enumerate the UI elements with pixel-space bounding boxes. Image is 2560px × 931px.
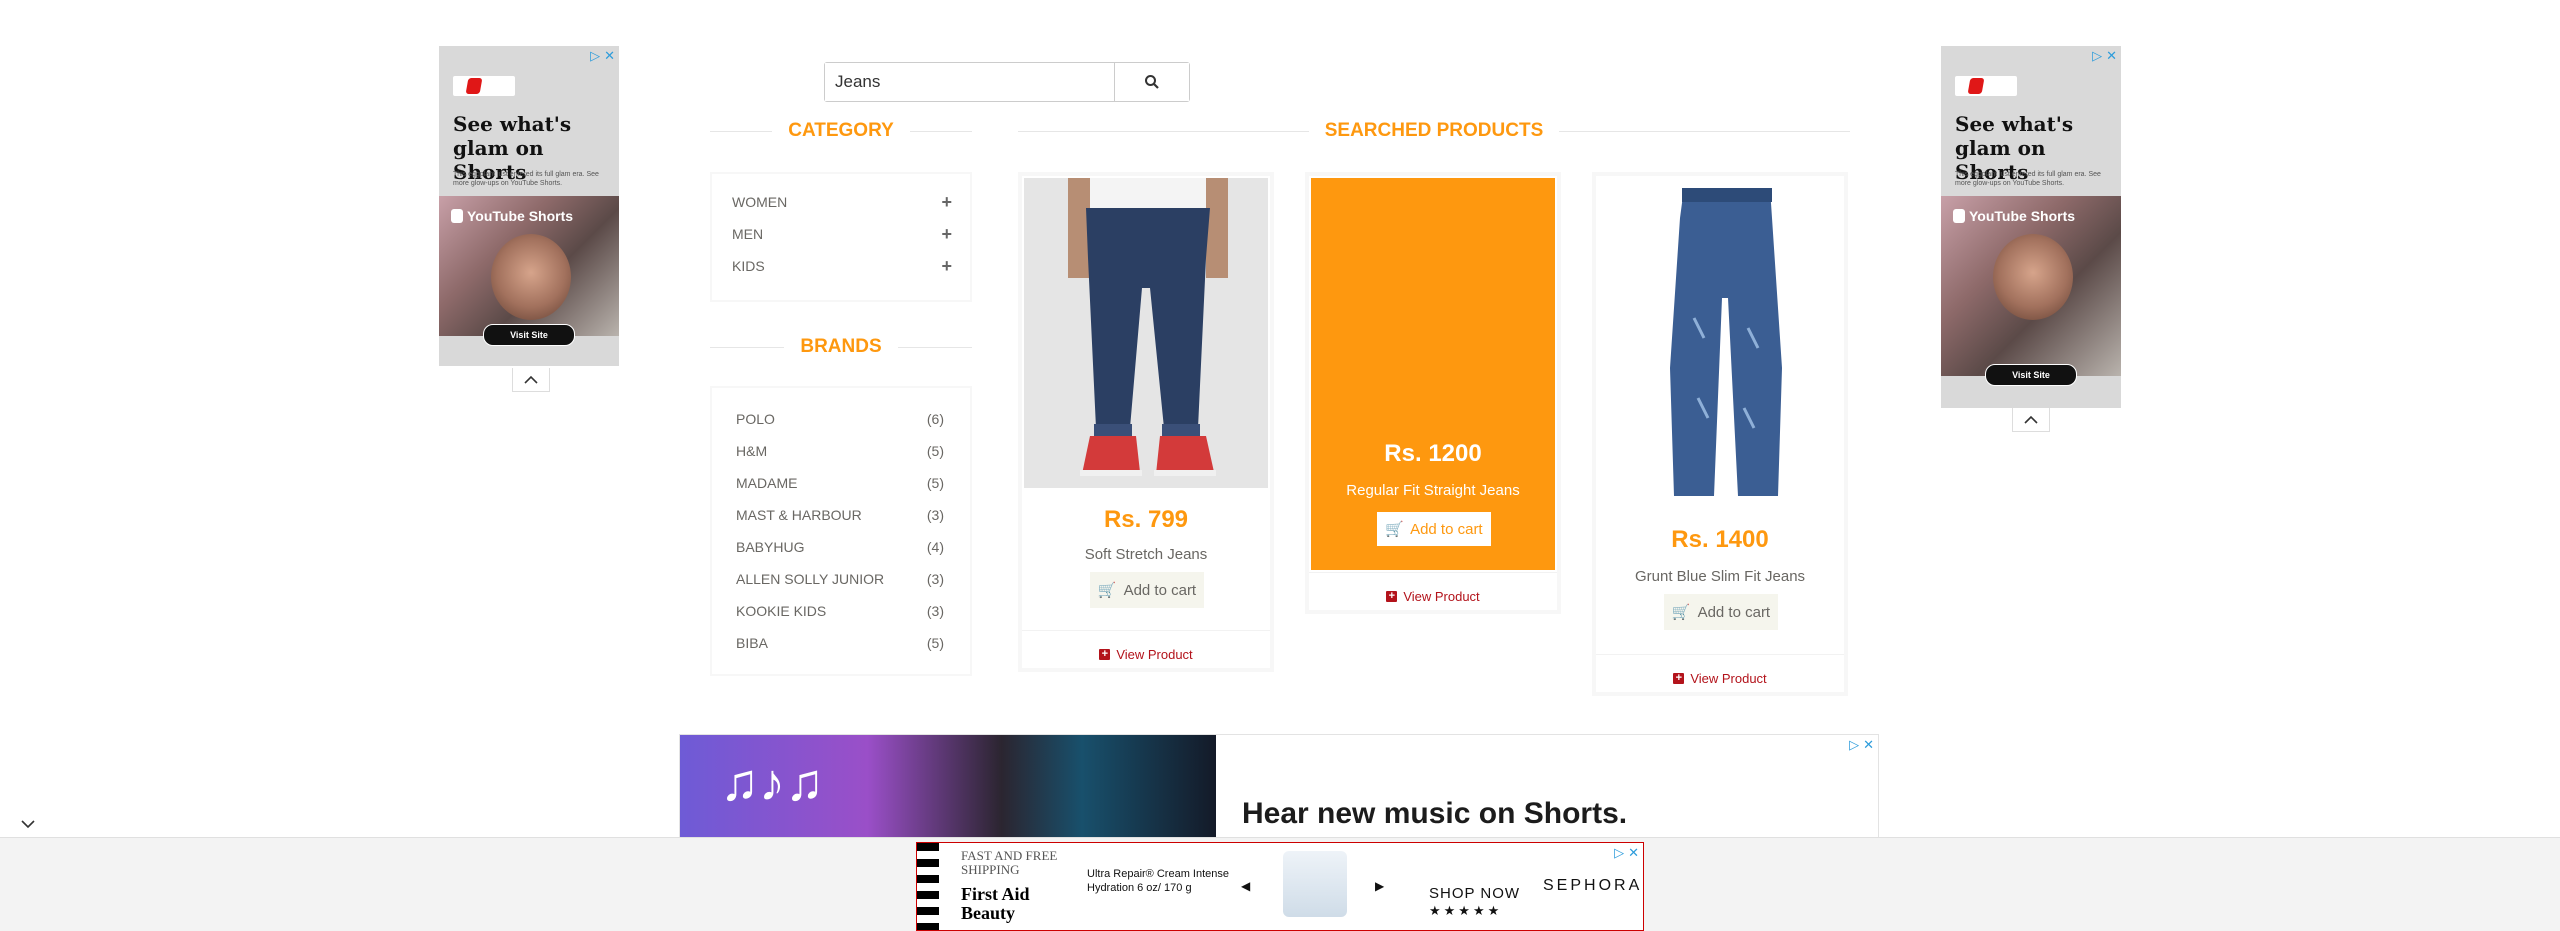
plus-icon[interactable]: + <box>941 256 952 277</box>
adchoices-icon[interactable]: ▷ ✕ <box>2092 48 2117 64</box>
product-overlay[interactable]: Rs. 1200 Regular Fit Straight Jeans 🛒 Add… <box>1311 178 1555 570</box>
sephora-logo: SEPHORA <box>1543 877 1643 894</box>
brand-item-biba[interactable]: BIBA (5) <box>712 627 970 659</box>
view-product-link[interactable]: + View Product <box>1596 654 1844 701</box>
product-price: Rs. 799 <box>1103 506 1189 533</box>
ad-description: This eggplant just entered its full glam… <box>453 171 599 187</box>
collapse-ad-button[interactable] <box>512 368 550 392</box>
cart-icon: 🛒 <box>1671 604 1691 621</box>
expand-toggle-button[interactable] <box>0 812 56 836</box>
carousel-next-icon[interactable]: ▶ <box>1375 879 1384 893</box>
product-image[interactable] <box>1024 178 1268 488</box>
search-icon <box>1145 75 1159 89</box>
plus-icon[interactable]: + <box>941 192 952 213</box>
search-input[interactable] <box>825 63 1115 101</box>
visit-site-button[interactable]: Visit Site <box>483 324 575 346</box>
collapse-ad-button[interactable] <box>2012 408 2050 432</box>
brands-panel: POLO (6) H&M (5) MADAME (5) MAST & HARBOUR(… <box>710 386 972 676</box>
ad-brand-name: First Aid Beauty <box>961 884 1030 923</box>
music-ad-banner[interactable]: ♫♪♫ Hear new music on Shorts. ▷ ✕ <box>679 734 1879 838</box>
side-ad-right[interactable]: ▷ ✕ See what's glam on Shorts This eggpla… <box>1941 46 2121 408</box>
brands-heading: BRANDS <box>710 332 972 362</box>
ad-image: ♫♪♫ <box>680 735 1216 837</box>
visit-site-button[interactable]: Visit Site <box>1985 364 2077 386</box>
category-heading: CATEGORY <box>710 116 972 146</box>
adchoices-icon[interactable]: ▷ ✕ <box>1614 845 1639 861</box>
ad-product-name: Ultra Repair® Cream Intense Hydration 6 … <box>1087 868 1229 894</box>
plus-square-icon: + <box>1673 672 1685 684</box>
product-card: Rs. 1200 Regular Fit Straight Jeans 🛒 Add… <box>1305 172 1561 614</box>
view-product-link[interactable]: + View Product <box>1022 630 1270 677</box>
carousel-prev-icon[interactable]: ◀ <box>1241 879 1250 893</box>
side-ad-left[interactable]: ▷ ✕ See what's glam on Shorts This eggpla… <box>439 46 619 366</box>
product-name: Grunt Blue Slim Fit Jeans <box>1634 568 1806 585</box>
ad-product-image <box>1283 851 1347 917</box>
ad-shipping-text: FAST AND FREE SHIPPING <box>961 848 1058 877</box>
product-name: Regular Fit Straight Jeans <box>1346 482 1520 499</box>
brand-item-mast-harbour[interactable]: MAST & HARBOUR (3) <box>712 499 970 531</box>
view-product-link[interactable]: + View Product <box>1309 572 1557 619</box>
rating-stars: ★★★★★ <box>1429 903 1503 918</box>
category-item-men[interactable]: MEN + <box>712 218 970 250</box>
plus-square-icon: + <box>1099 648 1111 660</box>
adchoices-icon[interactable]: ▷ ✕ <box>590 48 615 64</box>
brand-item-kookie-kids[interactable]: KOOKIE KIDS (3) <box>712 595 970 627</box>
chevron-down-icon <box>21 820 35 829</box>
brand-item-hm[interactable]: H&M (5) <box>712 435 970 467</box>
ad-image: YouTube Shorts <box>439 196 619 336</box>
category-panel: WOMEN + MEN + KIDS + <box>710 172 972 302</box>
brand-item-polo[interactable]: POLO (6) <box>712 403 970 435</box>
cart-icon: 🛒 <box>1385 521 1405 538</box>
search-button[interactable] <box>1115 63 1189 101</box>
category-item-kids[interactable]: KIDS + <box>712 250 970 282</box>
youtube-shorts-logo <box>1955 76 2017 96</box>
plus-icon[interactable]: + <box>941 224 952 245</box>
product-card: Rs. 1400 Grunt Blue Slim Fit Jeans 🛒 Add … <box>1592 172 1848 696</box>
cart-icon: 🛒 <box>1097 582 1117 599</box>
add-to-cart-button[interactable]: 🛒 Add to cart <box>1664 594 1778 630</box>
plus-square-icon: + <box>1386 590 1398 602</box>
product-price: Rs. 1400 <box>1671 526 1769 553</box>
brand-item-allen-solly-junior[interactable]: ALLEN SOLLY JUNIOR (3) <box>712 563 970 595</box>
youtube-shorts-label: YouTube Shorts <box>1953 208 2075 224</box>
search-bar <box>824 62 1190 102</box>
product-image[interactable] <box>1598 178 1842 504</box>
chevron-up-icon <box>524 375 538 384</box>
music-notes-icon: ♫♪♫ <box>720 754 824 812</box>
brand-item-babyhug[interactable]: BABYHUG (4) <box>712 531 970 563</box>
ad-image: YouTube Shorts <box>1941 196 2121 376</box>
jeans-model-image <box>1068 178 1228 476</box>
ad-face-image <box>1993 234 2073 320</box>
jeans-image <box>1670 188 1782 496</box>
shop-now-button[interactable]: SHOP NOW <box>1429 885 1520 902</box>
product-price: Rs. 1200 <box>1384 440 1482 467</box>
sephora-stripes <box>917 843 939 930</box>
ad-face-image <box>491 234 571 320</box>
youtube-shorts-logo <box>453 76 515 96</box>
brand-item-madame[interactable]: MADAME (5) <box>712 467 970 499</box>
ad-description: This eggplant just entered its full glam… <box>1955 171 2101 187</box>
adchoices-icon[interactable]: ▷ ✕ <box>1849 737 1874 753</box>
product-name: Soft Stretch Jeans <box>1084 546 1208 563</box>
searched-products-heading: SEARCHED PRODUCTS <box>1018 116 1850 146</box>
chevron-up-icon <box>2024 415 2038 424</box>
sephora-ad-banner[interactable]: FAST AND FREE SHIPPING First Aid Beauty … <box>916 842 1644 931</box>
product-card: Rs. 799 Soft Stretch Jeans 🛒 Add to cart … <box>1018 172 1274 672</box>
category-item-women[interactable]: WOMEN + <box>712 186 970 218</box>
ad-headline: Hear new music on Shorts. <box>1242 797 1628 830</box>
add-to-cart-button[interactable]: 🛒 Add to cart <box>1090 572 1204 608</box>
youtube-shorts-label: YouTube Shorts <box>451 208 573 224</box>
add-to-cart-button[interactable]: 🛒 Add to cart <box>1377 512 1491 546</box>
